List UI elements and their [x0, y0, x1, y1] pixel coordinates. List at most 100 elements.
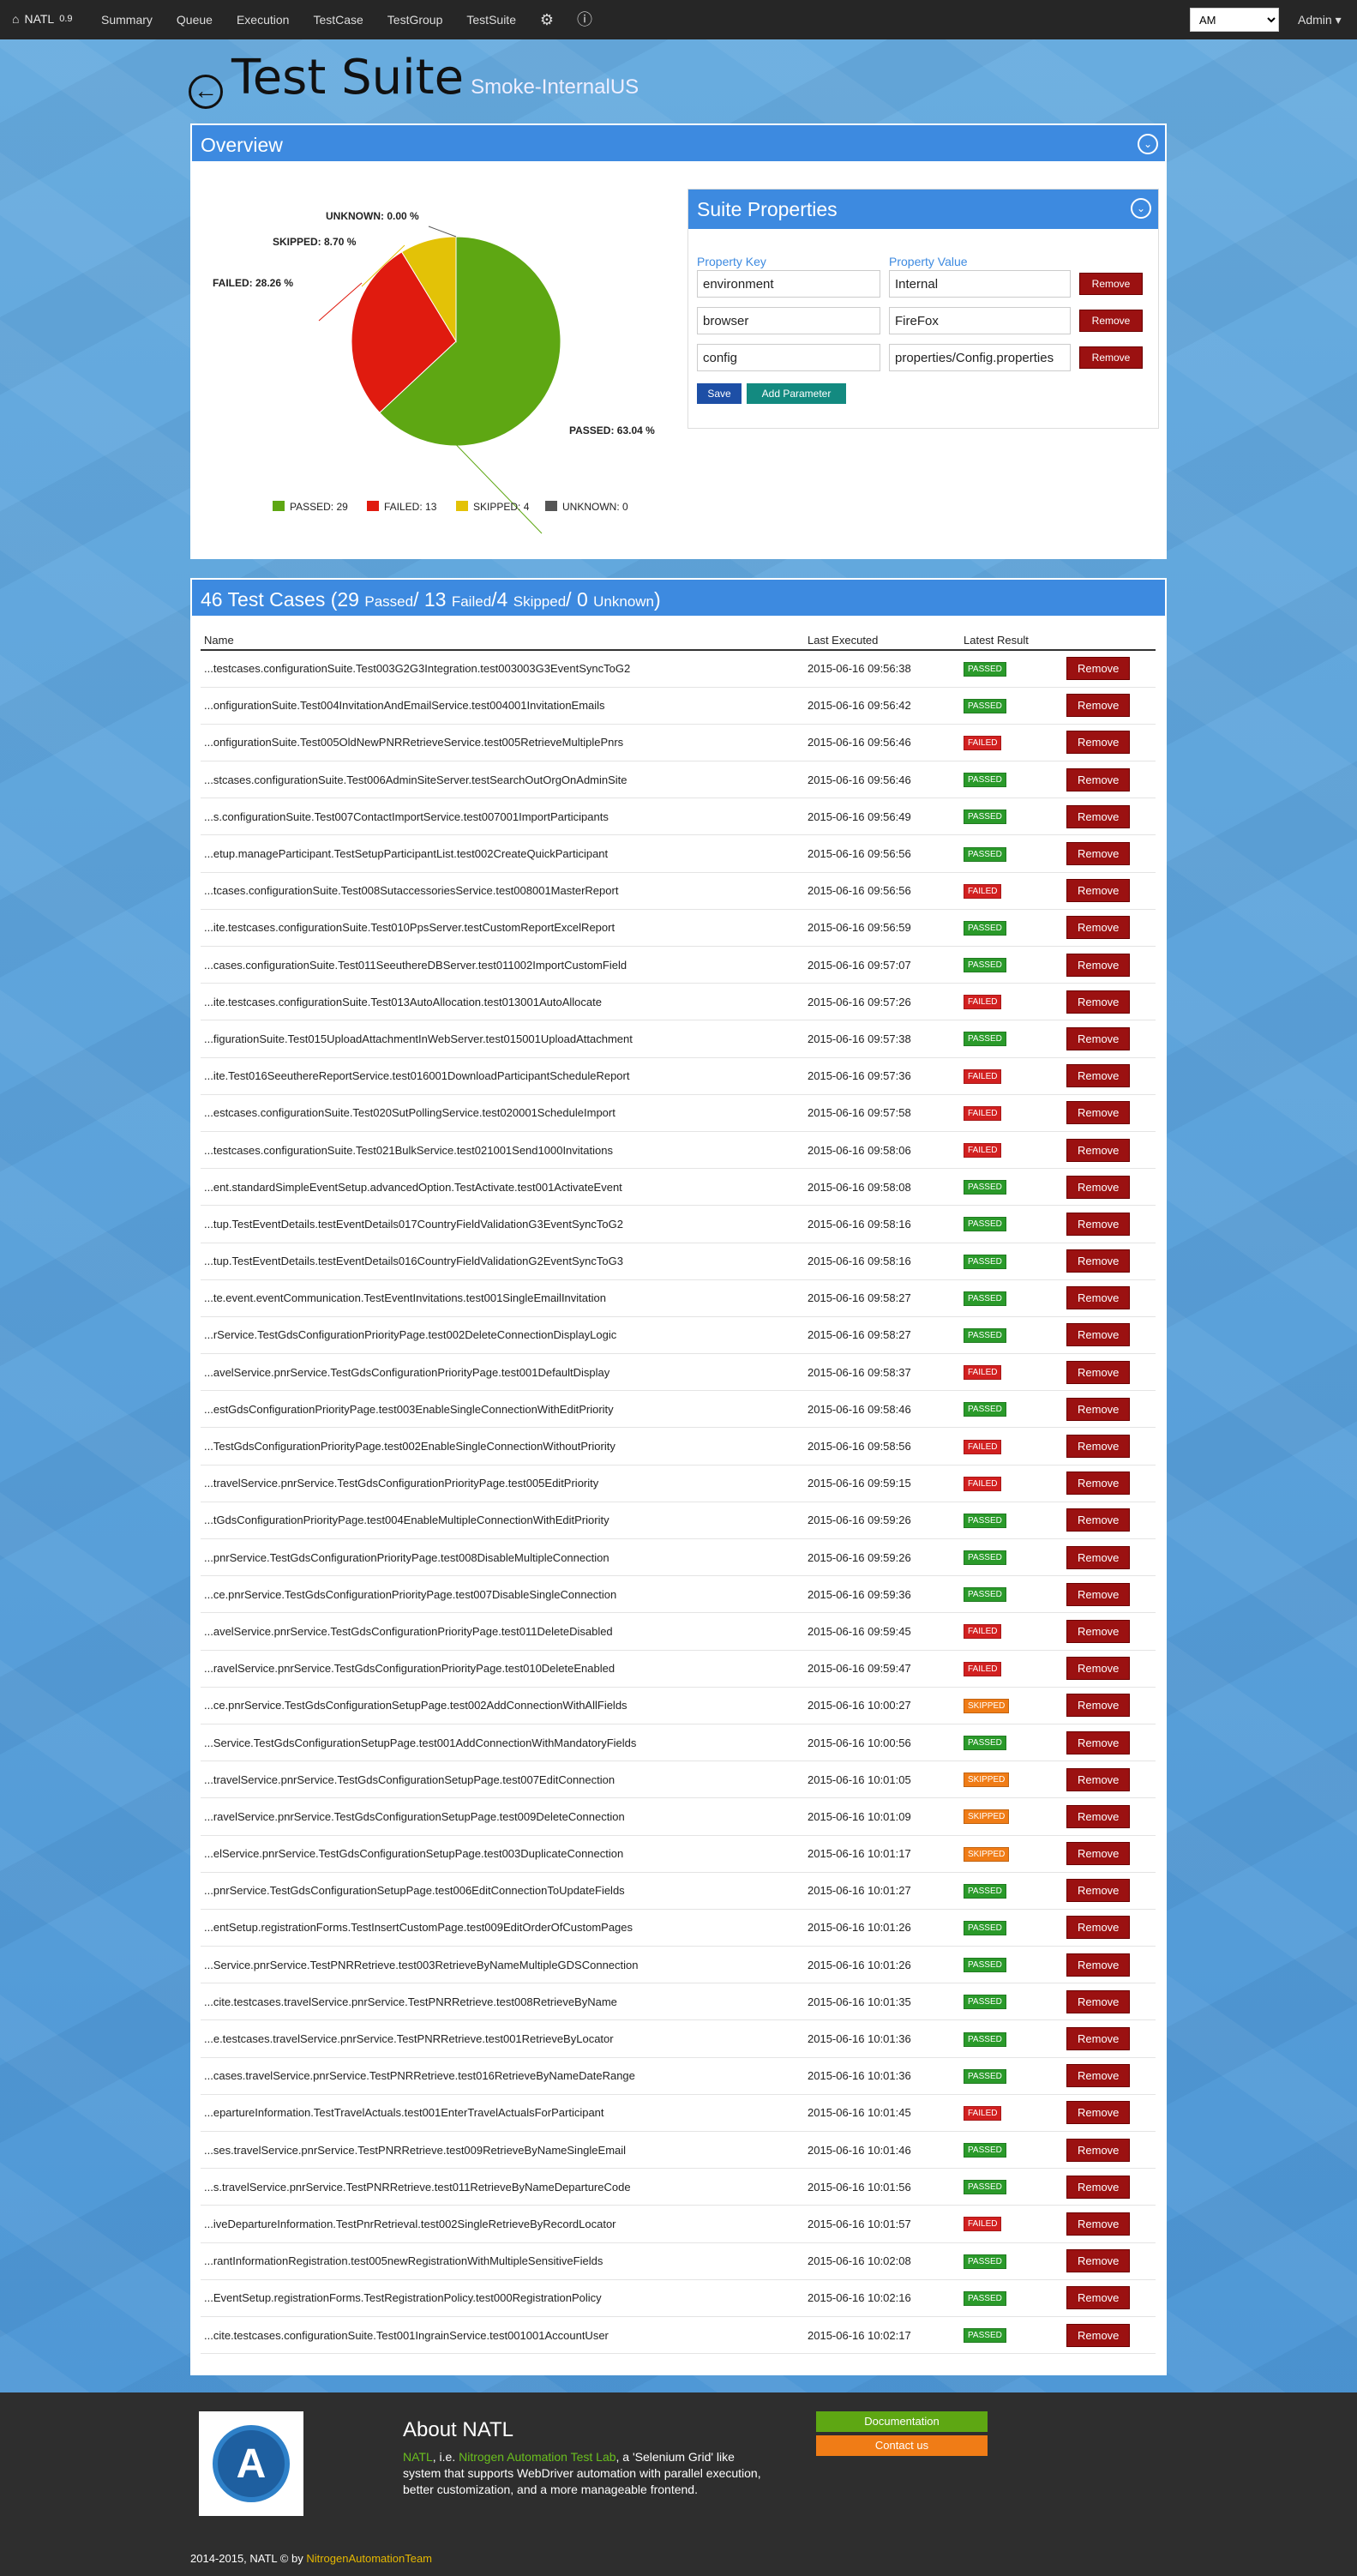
test-case-name[interactable]: ...ravelService.pnrService.TestGdsConfig…: [201, 1797, 804, 1836]
test-case-name[interactable]: ...rService.TestGdsConfigurationPriority…: [201, 1316, 804, 1355]
remove-test-case-button[interactable]: Remove: [1066, 990, 1131, 1014]
test-case-name[interactable]: ...ite.Test016SeeuthereReportService.tes…: [201, 1057, 804, 1095]
test-case-name[interactable]: ...EventSetup.registrationForms.TestRegi…: [201, 2279, 804, 2317]
remove-test-case-button[interactable]: Remove: [1066, 1360, 1131, 1384]
test-case-name[interactable]: ...tup.TestEventDetails.testEventDetails…: [201, 1205, 804, 1243]
help-icon[interactable]: ⓘ: [566, 0, 603, 39]
column-last-executed[interactable]: Last Executed: [804, 631, 960, 651]
test-case-name[interactable]: ...iveDepartureInformation.TestPnrRetrie…: [201, 2205, 804, 2243]
test-case-name[interactable]: ...ce.pnrService.TestGdsConfigurationSet…: [201, 1687, 804, 1724]
remove-test-case-button[interactable]: Remove: [1066, 1879, 1131, 1903]
remove-test-case-button[interactable]: Remove: [1066, 1508, 1131, 1532]
remove-test-case-button[interactable]: Remove: [1066, 1323, 1131, 1347]
test-case-name[interactable]: ...ent.standardSimpleEventSetup.advanced…: [201, 1168, 804, 1207]
test-case-name[interactable]: ...tup.TestEventDetails.testEventDetails…: [201, 1243, 804, 1280]
remove-test-case-button[interactable]: Remove: [1066, 1730, 1131, 1754]
remove-test-case-button[interactable]: Remove: [1066, 2286, 1131, 2310]
nav-item-testgroup[interactable]: TestGroup: [375, 0, 455, 39]
remove-test-case-button[interactable]: Remove: [1066, 1397, 1131, 1421]
remove-test-case-button[interactable]: Remove: [1066, 694, 1131, 718]
remove-test-case-button[interactable]: Remove: [1066, 1619, 1131, 1643]
add-parameter-button[interactable]: Add Parameter: [747, 383, 846, 404]
column-name[interactable]: Name: [201, 631, 804, 651]
save-button[interactable]: Save: [697, 383, 742, 404]
remove-test-case-button[interactable]: Remove: [1066, 2323, 1131, 2347]
property-value-field[interactable]: [889, 344, 1071, 371]
remove-test-case-button[interactable]: Remove: [1066, 879, 1131, 903]
remove-test-case-button[interactable]: Remove: [1066, 1101, 1131, 1125]
remove-test-case-button[interactable]: Remove: [1066, 1249, 1131, 1273]
test-case-name[interactable]: ...ses.travelService.pnrService.TestPNRR…: [201, 2131, 804, 2170]
nav-item-execution[interactable]: Execution: [225, 0, 301, 39]
remove-test-case-button[interactable]: Remove: [1066, 1916, 1131, 1940]
test-case-name[interactable]: ...cite.testcases.travelService.pnrServi…: [201, 1983, 804, 2021]
test-case-name[interactable]: ...Service.pnrService.TestPNRRetrieve.te…: [201, 1946, 804, 1984]
test-case-name[interactable]: ...e.testcases.travelService.pnrService.…: [201, 2019, 804, 2058]
property-key-field[interactable]: [697, 307, 880, 334]
remove-test-case-button[interactable]: Remove: [1066, 804, 1131, 828]
remove-test-case-button[interactable]: Remove: [1066, 1435, 1131, 1459]
test-case-name[interactable]: ...stcases.configurationSuite.Test006Adm…: [201, 761, 804, 799]
remove-property-button[interactable]: Remove: [1079, 346, 1143, 369]
test-case-name[interactable]: ...estcases.configurationSuite.Test020Su…: [201, 1094, 804, 1132]
remove-test-case-button[interactable]: Remove: [1066, 2175, 1131, 2199]
property-key-field[interactable]: [697, 270, 880, 298]
test-case-name[interactable]: ...s.travelService.pnrService.TestPNRRet…: [201, 2168, 804, 2206]
nav-item-summary[interactable]: Summary: [89, 0, 165, 39]
test-case-name[interactable]: ...onfigurationSuite.Test004InvitationAn…: [201, 687, 804, 725]
remove-property-button[interactable]: Remove: [1079, 310, 1143, 332]
test-case-name[interactable]: ...TestGdsConfigurationPriorityPage.test…: [201, 1427, 804, 1466]
test-case-name[interactable]: ...Service.TestGdsConfigurationSetupPage…: [201, 1724, 804, 1762]
remove-test-case-button[interactable]: Remove: [1066, 1582, 1131, 1606]
remove-test-case-button[interactable]: Remove: [1066, 916, 1131, 940]
gear-icon[interactable]: ⚙: [528, 0, 566, 39]
property-value-field[interactable]: [889, 307, 1071, 334]
test-case-name[interactable]: ...ravelService.pnrService.TestGdsConfig…: [201, 1650, 804, 1688]
environment-select[interactable]: AM: [1190, 8, 1279, 32]
test-case-name[interactable]: ...ite.testcases.configurationSuite.Test…: [201, 983, 804, 1021]
remove-test-case-button[interactable]: Remove: [1066, 1138, 1131, 1162]
remove-test-case-button[interactable]: Remove: [1066, 953, 1131, 977]
test-case-name[interactable]: ...pnrService.TestGdsConfigurationPriori…: [201, 1538, 804, 1577]
remove-test-case-button[interactable]: Remove: [1066, 1842, 1131, 1866]
test-case-name[interactable]: ...elService.pnrService.TestGdsConfigura…: [201, 1835, 804, 1873]
remove-test-case-button[interactable]: Remove: [1066, 2027, 1131, 2051]
test-case-name[interactable]: ...pnrService.TestGdsConfigurationSetupP…: [201, 1872, 804, 1910]
team-link[interactable]: NitrogenAutomationTeam: [306, 2552, 432, 2565]
remove-test-case-button[interactable]: Remove: [1066, 2212, 1131, 2236]
chevron-down-icon[interactable]: ⌄: [1131, 198, 1151, 219]
remove-test-case-button[interactable]: Remove: [1066, 1657, 1131, 1681]
test-case-name[interactable]: ...cases.configurationSuite.Test011Seeut…: [201, 946, 804, 984]
test-case-name[interactable]: ...cases.travelService.pnrService.TestPN…: [201, 2057, 804, 2095]
property-key-field[interactable]: [697, 344, 880, 371]
test-case-name[interactable]: ...travelService.pnrService.TestGdsConfi…: [201, 1465, 804, 1502]
column-latest-result[interactable]: Latest Result: [960, 631, 1063, 651]
remove-test-case-button[interactable]: Remove: [1066, 1953, 1131, 1977]
test-case-name[interactable]: ...tcases.configurationSuite.Test008Suta…: [201, 872, 804, 910]
remove-test-case-button[interactable]: Remove: [1066, 2101, 1131, 2125]
test-case-name[interactable]: ...testcases.configurationSuite.Test003G…: [201, 650, 804, 688]
test-case-name[interactable]: ...cite.testcases.configurationSuite.Tes…: [201, 2316, 804, 2355]
remove-test-case-button[interactable]: Remove: [1066, 657, 1131, 681]
remove-test-case-button[interactable]: Remove: [1066, 731, 1131, 755]
test-case-name[interactable]: ...epartureInformation.TestTravelActuals…: [201, 2094, 804, 2133]
test-case-name[interactable]: ...travelService.pnrService.TestGdsConfi…: [201, 1760, 804, 1799]
test-case-name[interactable]: ...etup.manageParticipant.TestSetupParti…: [201, 834, 804, 873]
nav-item-testcase[interactable]: TestCase: [301, 0, 375, 39]
remove-test-case-button[interactable]: Remove: [1066, 1694, 1131, 1718]
remove-test-case-button[interactable]: Remove: [1066, 1064, 1131, 1088]
test-case-name[interactable]: ...entSetup.registrationForms.TestInsert…: [201, 1909, 804, 1947]
nav-item-queue[interactable]: Queue: [165, 0, 225, 39]
test-case-name[interactable]: ...estGdsConfigurationPriorityPage.test0…: [201, 1390, 804, 1429]
remove-test-case-button[interactable]: Remove: [1066, 2249, 1131, 2273]
test-case-name[interactable]: ...avelService.pnrService.TestGdsConfigu…: [201, 1612, 804, 1651]
remove-property-button[interactable]: Remove: [1079, 273, 1143, 295]
back-arrow-icon[interactable]: ←: [189, 75, 223, 109]
remove-test-case-button[interactable]: Remove: [1066, 1212, 1131, 1236]
test-case-name[interactable]: ...onfigurationSuite.Test005OldNewPNRRet…: [201, 724, 804, 762]
test-case-name[interactable]: ...tGdsConfigurationPriorityPage.test004…: [201, 1502, 804, 1540]
suite-properties-header[interactable]: Suite Properties ⌄: [688, 190, 1158, 229]
chevron-down-icon[interactable]: ⌄: [1138, 134, 1158, 154]
remove-test-case-button[interactable]: Remove: [1066, 1175, 1131, 1199]
remove-test-case-button[interactable]: Remove: [1066, 1804, 1131, 1828]
